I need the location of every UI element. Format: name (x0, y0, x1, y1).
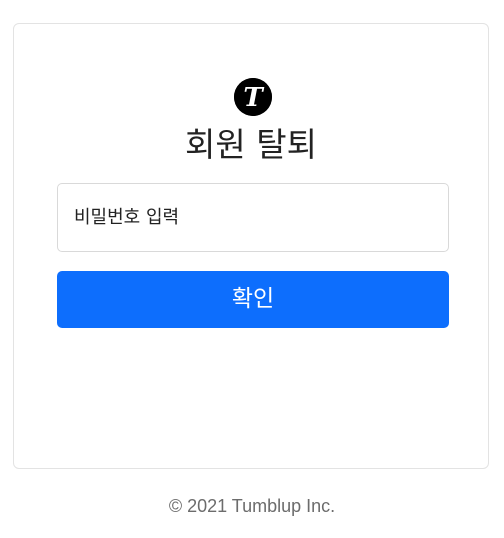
withdraw-card: T 회원 탈퇴 확인 (13, 23, 489, 469)
page-title: 회원 탈퇴 (185, 125, 317, 164)
logo-letter: T (243, 83, 264, 113)
password-input[interactable] (57, 183, 449, 252)
t-letter-icon: T (234, 78, 272, 116)
tumblup-logo-icon: T (234, 78, 272, 116)
confirm-button[interactable]: 확인 (57, 271, 449, 328)
footer-copyright: © 2021 Tumblup Inc. (168, 496, 336, 516)
